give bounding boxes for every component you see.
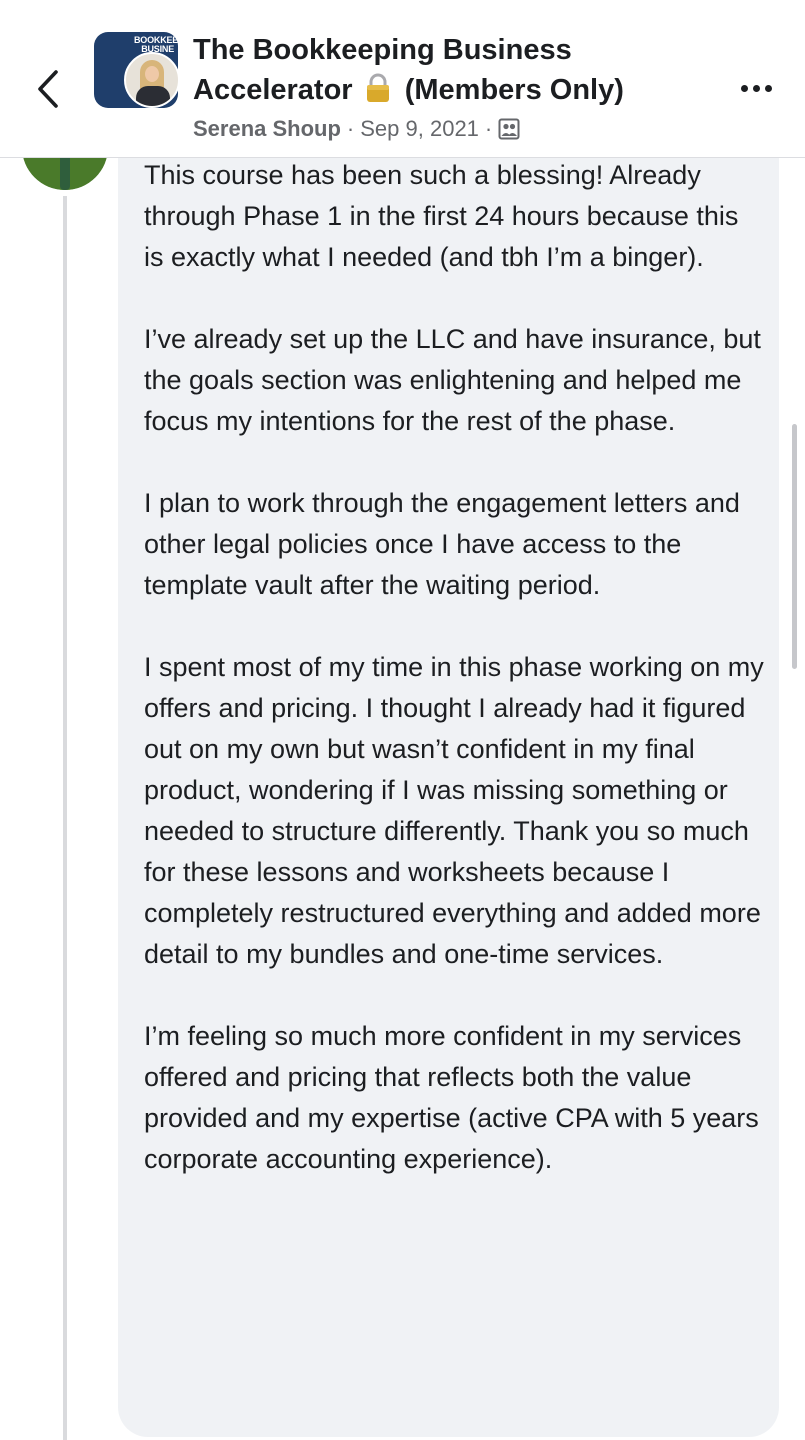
post-comment-page: This course has been such a blessing! Al…: [0, 0, 805, 1440]
back-button[interactable]: [28, 62, 68, 116]
chevron-left-icon: [38, 70, 58, 108]
group-name[interactable]: The Bookkeeping Business Accelerator (Me…: [193, 30, 693, 110]
group-name-line2: Accelerator (Members Only): [193, 70, 693, 110]
group-name-line1: The Bookkeeping Business: [193, 34, 572, 66]
more-dots-icon: [740, 84, 748, 92]
thread-line: [63, 196, 67, 1440]
comment-paragraph: I’m feeling so much more confident in my…: [144, 1021, 759, 1174]
comment-text: This course has been such a blessing! Al…: [144, 155, 764, 1180]
lock-icon: [366, 73, 389, 102]
author-name[interactable]: Serena Shoup: [193, 114, 341, 144]
members-group-icon: [498, 118, 520, 140]
post-meta: Serena Shoup · Sep 9, 2021 ·: [193, 114, 520, 144]
group-name-accelerator: Accelerator: [193, 74, 353, 106]
scrollbar[interactable]: [792, 424, 797, 669]
group-name-suffix: (Members Only): [404, 74, 624, 106]
meta-separator: ·: [346, 116, 355, 141]
post-header: BOOKKEE BUSINE The Bookkeeping Business …: [0, 0, 805, 158]
meta-separator: ·: [484, 116, 493, 141]
comment-paragraph: I plan to work through the engagement le…: [144, 488, 740, 600]
comment-paragraph: I’ve already set up the LLC and have ins…: [144, 324, 761, 436]
more-options-button[interactable]: [732, 72, 780, 104]
comment-paragraph: I spent most of my time in this phase wo…: [144, 652, 764, 969]
post-date[interactable]: Sep 9, 2021: [360, 114, 479, 144]
author-avatar[interactable]: [124, 52, 180, 108]
comment-paragraph: This course has been such a blessing! Al…: [144, 160, 739, 272]
